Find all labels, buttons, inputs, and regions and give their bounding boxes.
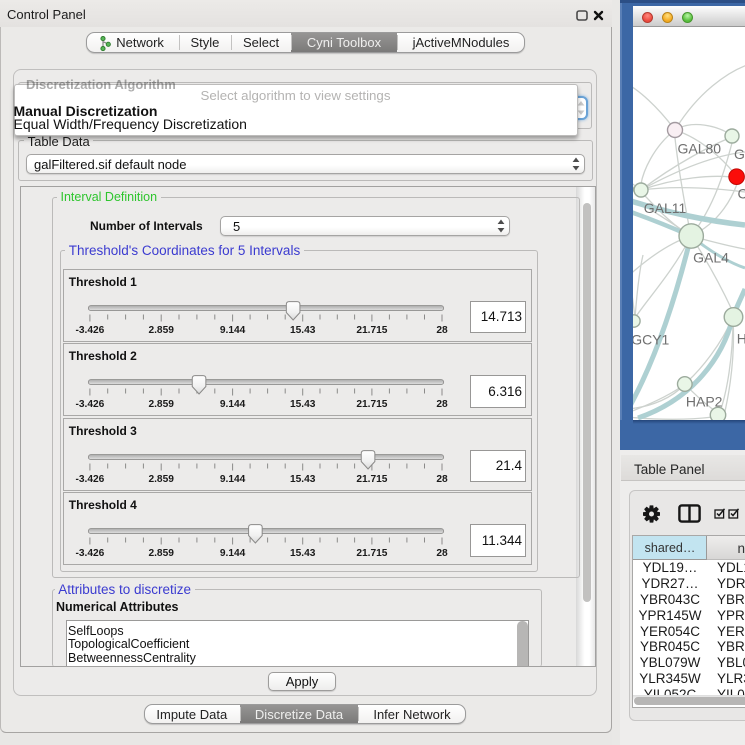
svg-text:2.859: 2.859 — [148, 474, 174, 485]
svg-text:CD: CD — [738, 186, 745, 202]
svg-text:GAL80: GAL80 — [678, 141, 722, 157]
svg-text:15.43: 15.43 — [290, 548, 316, 559]
svg-text:21.715: 21.715 — [356, 399, 387, 410]
svg-text:-3.426: -3.426 — [75, 548, 104, 559]
svg-text:2.859: 2.859 — [148, 399, 174, 410]
svg-text:-3.426: -3.426 — [75, 474, 104, 485]
svg-text:21.715: 21.715 — [356, 548, 387, 559]
svg-text:9.144: 9.144 — [220, 325, 246, 336]
svg-text:15.43: 15.43 — [290, 325, 316, 336]
svg-text:28: 28 — [436, 399, 448, 410]
svg-text:-3.426: -3.426 — [75, 399, 104, 410]
svg-text:9.144: 9.144 — [220, 474, 246, 485]
svg-text:GCY1: GCY1 — [633, 332, 670, 348]
svg-text:2.859: 2.859 — [148, 325, 174, 336]
svg-text:15.43: 15.43 — [290, 399, 316, 410]
svg-text:GAL11: GAL11 — [644, 200, 687, 216]
svg-text:15.43: 15.43 — [290, 474, 316, 485]
svg-text:28: 28 — [436, 548, 448, 559]
svg-text:GA: GA — [734, 146, 745, 162]
svg-text:9.144: 9.144 — [220, 399, 246, 410]
svg-text:28: 28 — [436, 325, 448, 336]
svg-text:GAL4: GAL4 — [693, 250, 729, 266]
svg-text:-3.426: -3.426 — [75, 325, 104, 336]
svg-text:HA: HA — [737, 331, 745, 347]
svg-text:9.144: 9.144 — [220, 548, 246, 559]
svg-text:HAP2: HAP2 — [686, 394, 723, 410]
svg-text:2.859: 2.859 — [148, 548, 174, 559]
svg-text:21.715: 21.715 — [356, 474, 387, 485]
svg-text:28: 28 — [436, 474, 448, 485]
svg-text:21.715: 21.715 — [356, 325, 387, 336]
